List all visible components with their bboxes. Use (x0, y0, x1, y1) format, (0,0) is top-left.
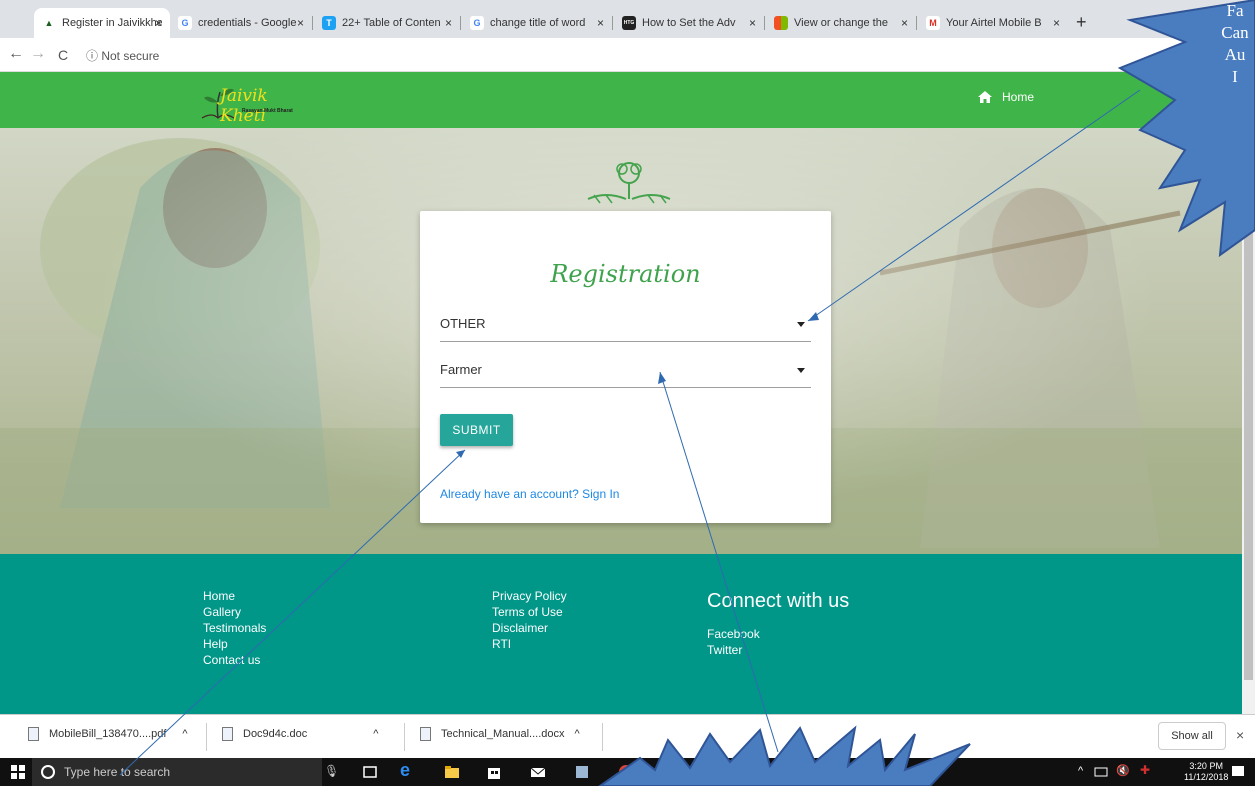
callout-arrow-to-submit (119, 449, 466, 776)
arrowhead-icon (658, 372, 666, 384)
bottom-starburst-callout (598, 725, 971, 786)
callout-arrow-to-farmer (659, 371, 779, 753)
callout-line: I (1232, 67, 1238, 86)
callout-line: Fa (1226, 1, 1244, 20)
callout-line: Can (1221, 23, 1249, 42)
callout-line: Au (1224, 45, 1246, 64)
callout-arrow-to-select (807, 89, 1141, 322)
annotation-overlay (119, 0, 1255, 786)
arrowhead-icon (808, 312, 819, 321)
callout-text: Fa Can Au I (1210, 0, 1255, 88)
